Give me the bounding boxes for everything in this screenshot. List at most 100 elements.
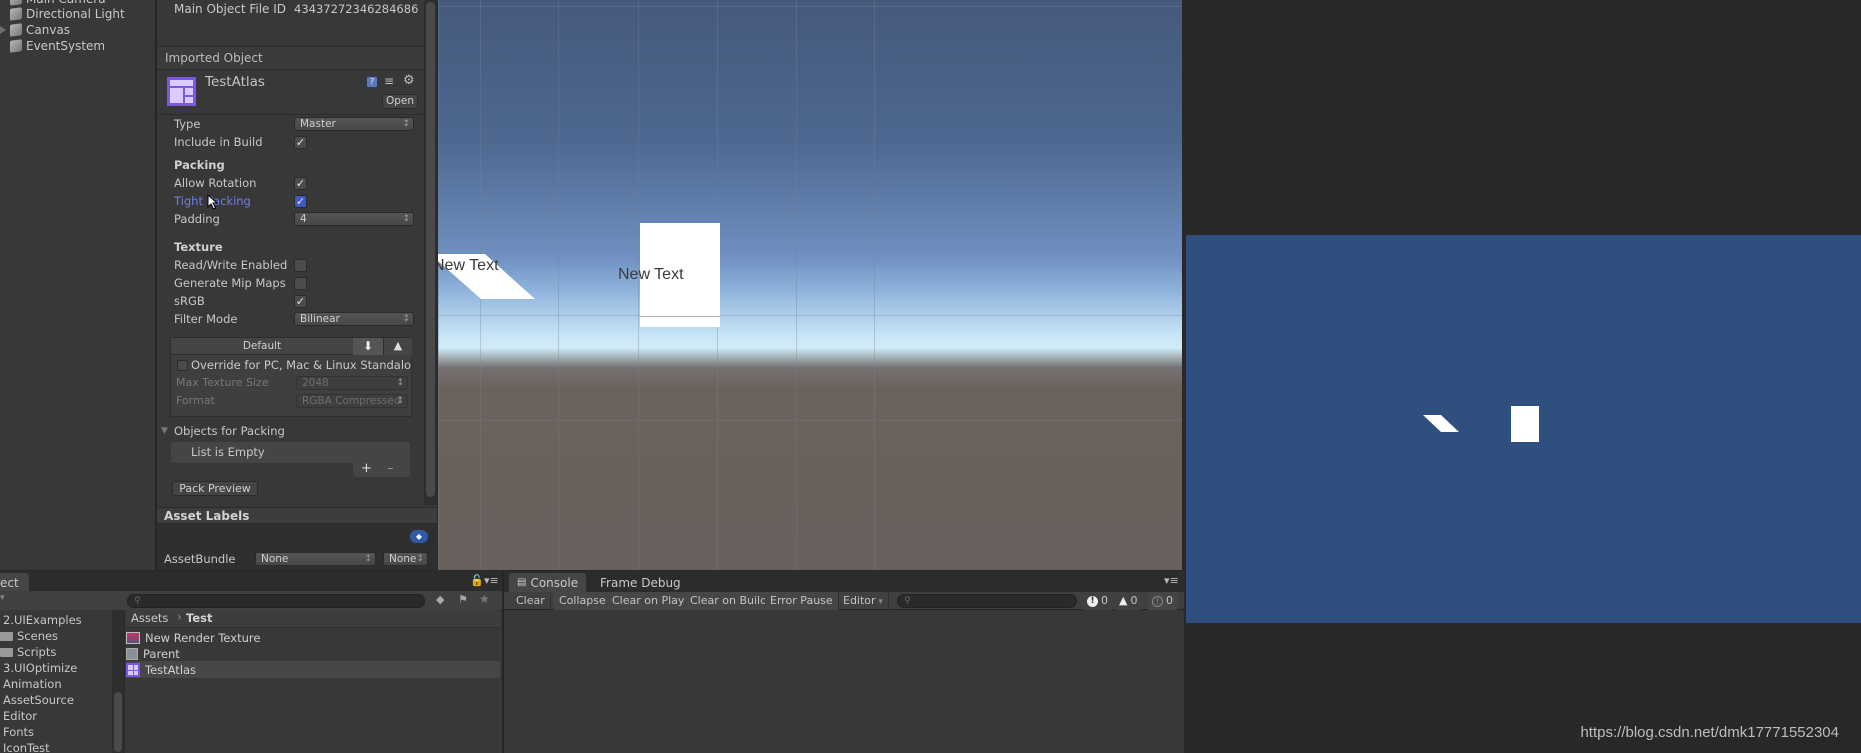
tree-item[interactable]: 2.UIExamples (3, 612, 82, 628)
breadcrumb-separator-icon: › (177, 610, 182, 624)
format-dropdown[interactable]: RGBA Compressed (296, 394, 408, 408)
list-footer: + – (353, 461, 410, 477)
tab-console[interactable]: ▤ Console (509, 573, 587, 593)
clear-on-play-button[interactable]: Clear on Play (607, 592, 691, 610)
folder-icon (0, 631, 13, 641)
tree-item[interactable]: Scripts (0, 644, 56, 660)
tree-item[interactable]: Editor (3, 708, 37, 724)
objects-for-packing-label[interactable]: Objects for Packing (174, 424, 285, 438)
file-item-testatlas[interactable]: TestAtlas (126, 662, 196, 678)
warning-count-toggle[interactable]: ▲ 0 (1115, 592, 1142, 610)
filter-by-type-icon[interactable]: ◆ (436, 593, 444, 606)
imported-object-header: Imported Object (157, 46, 424, 70)
filter-by-label-icon[interactable]: ⚑ (458, 593, 468, 606)
render-texture-icon (126, 632, 140, 644)
format-label: Format (176, 394, 215, 407)
srgb-checkbox[interactable]: ✓ (294, 295, 307, 308)
project-search-input[interactable]: ⚲ (127, 594, 425, 608)
game-view[interactable] (1186, 235, 1861, 623)
console-log-area (504, 611, 1184, 753)
folder-tree: 2.UIExamples Scenes Scripts 3.UIOptimize… (0, 610, 125, 753)
gameobject-icon (10, 7, 22, 21)
panel-menu-icon[interactable]: ▾≡ (1164, 574, 1179, 587)
file-item-render-texture[interactable]: New Render Texture (126, 630, 260, 646)
tab-frame-debug[interactable]: Frame Debug (592, 573, 689, 593)
read-write-checkbox[interactable] (294, 259, 307, 272)
asset-bundle-variant-dropdown[interactable]: None (383, 552, 428, 566)
console-search-input[interactable]: ⚲ (897, 594, 1077, 608)
tree-item[interactable]: Fonts (3, 724, 34, 740)
type-label: Type (174, 117, 201, 131)
asset-labels-header[interactable]: Asset Labels (157, 507, 437, 524)
favorites-star-icon[interactable]: ★ (479, 592, 490, 606)
tight-packing-checkbox[interactable]: ✓ (294, 195, 307, 208)
tab-project[interactable]: ect (0, 573, 29, 593)
tree-scrollbar[interactable] (112, 610, 124, 753)
prefab-icon (126, 648, 138, 660)
tree-item[interactable]: 3.UIOptimize (3, 660, 77, 676)
lock-icon[interactable]: 🔓 (470, 574, 484, 587)
hierarchy-item-directional-light[interactable]: Directional Light (10, 6, 125, 22)
tree-item[interactable]: Animation (3, 676, 62, 692)
main-object-file-id-value[interactable]: 43437272346284686 (294, 2, 422, 16)
tab-default-platform[interactable]: Default (171, 338, 353, 355)
gameobject-icon (10, 39, 22, 53)
preset-icon[interactable]: ≡ (384, 74, 394, 88)
tree-item[interactable]: AssetSource (3, 692, 74, 708)
sprite-atlas-icon (126, 663, 140, 677)
error-count-toggle[interactable]: ! 0 (1083, 592, 1112, 610)
editor-dropdown[interactable]: Editor ▾ (838, 592, 889, 610)
inspector-scrollbar[interactable] (424, 0, 437, 505)
pack-preview-button[interactable]: Pack Preview (172, 481, 258, 496)
include-in-build-checkbox[interactable]: ✓ (294, 136, 307, 149)
asset-bundle-dropdown[interactable]: None (255, 552, 376, 566)
tree-item[interactable]: IconTest (3, 740, 50, 753)
allow-rotation-label: Allow Rotation (174, 176, 257, 190)
gear-icon[interactable]: ⚙ (403, 73, 415, 88)
file-item-parent[interactable]: Parent (126, 646, 180, 662)
sprite-atlas-icon (167, 77, 196, 106)
allow-rotation-checkbox[interactable]: ✓ (294, 177, 307, 190)
tree-item[interactable]: Scenes (0, 628, 58, 644)
breadcrumb-assets[interactable]: Assets (131, 611, 168, 625)
type-dropdown[interactable]: Master (294, 117, 414, 131)
console-panel: ▤ Console Frame Debug ▾≡ Clear Collapse … (503, 571, 1184, 753)
scene-view[interactable]: New Text New Text (438, 0, 1182, 570)
divider (157, 114, 424, 115)
gameobject-icon (10, 0, 22, 6)
help-icon[interactable]: ? (366, 76, 378, 88)
project-toolbar: ▾ ⚲ ◆ ⚑ ★ (0, 591, 502, 611)
mip-maps-checkbox[interactable] (294, 277, 307, 290)
packing-list: List is Empty (171, 442, 410, 463)
packing-header: Packing (174, 158, 225, 172)
expand-arrow-icon[interactable] (0, 26, 6, 34)
scene-text-left: New Text (438, 257, 499, 274)
foldout-arrow-icon[interactable]: ▼ (161, 426, 168, 436)
panel-menu-icon[interactable]: ▾≡ (484, 574, 499, 587)
padding-dropdown[interactable]: 4 (294, 212, 414, 226)
label-tag-icon[interactable]: ◆ (410, 530, 428, 543)
open-button[interactable]: Open (382, 94, 418, 109)
remove-item-button[interactable]: – (387, 461, 394, 476)
folder-icon (0, 647, 13, 657)
collapse-button[interactable]: Collapse (554, 592, 612, 610)
clear-on-build-button[interactable]: Clear on Build (685, 592, 774, 610)
breadcrumb-test[interactable]: Test (186, 611, 212, 625)
hierarchy-item-eventsystem[interactable]: EventSystem (10, 38, 105, 54)
download-icon[interactable]: ⬇ (353, 338, 383, 355)
clear-button[interactable]: Clear (511, 592, 551, 610)
hierarchy-item-canvas[interactable]: Canvas (10, 22, 70, 38)
main-object-file-id-label: Main Object File ID (174, 2, 287, 16)
error-pause-button[interactable]: Error Pause (765, 592, 839, 610)
game-skewed-image (1423, 415, 1459, 432)
create-dropdown[interactable]: ▾ (0, 593, 5, 603)
filter-mode-label: Filter Mode (174, 312, 238, 326)
add-item-button[interactable]: + (361, 461, 372, 476)
max-texture-size-dropdown[interactable]: 2048 (296, 376, 408, 390)
hierarchy-panel: Main Camera Directional Light Canvas Eve… (0, 0, 156, 570)
filter-mode-dropdown[interactable]: Bilinear (294, 312, 414, 326)
override-checkbox[interactable] (177, 360, 188, 371)
asset-name: TestAtlas (205, 74, 265, 90)
message-count-toggle[interactable]: ! 0 (1148, 592, 1177, 610)
android-icon[interactable]: ▲ (383, 338, 412, 355)
